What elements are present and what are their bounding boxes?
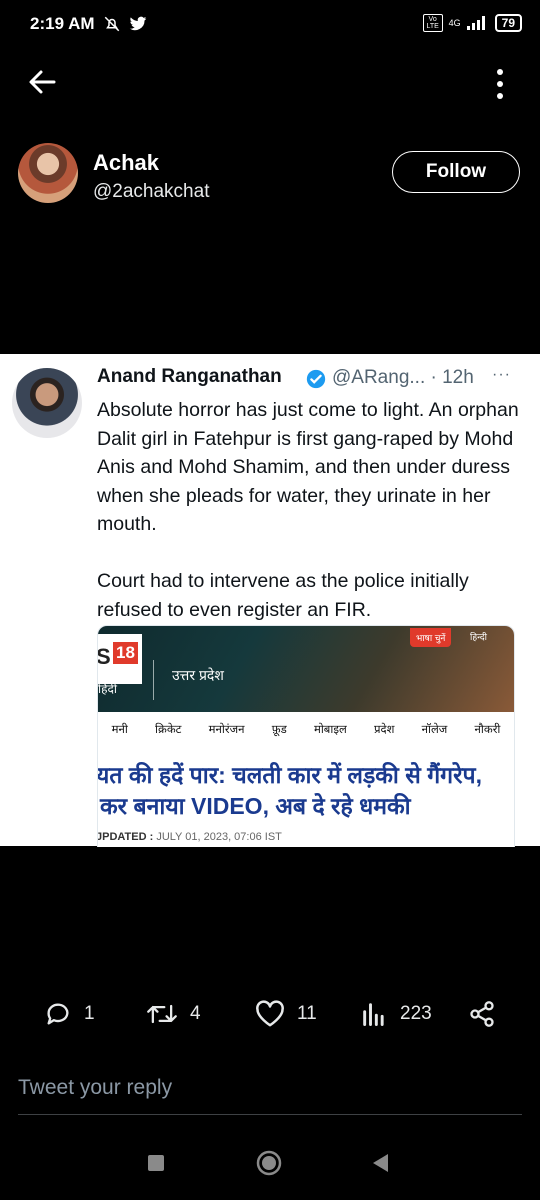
news-state: उत्तर प्रदेश [172,667,224,683]
reply-count: 1 [84,1003,95,1024]
quoted-tweet-text: Absolute horror has just come to light. … [97,399,519,621]
news-nav-item: क्रिकेट [155,724,182,736]
quoted-author-name: Anand Ranganathan [97,366,282,387]
quoted-handle: @ARang... · 12h [332,367,474,389]
tweet-screenshot-image[interactable]: Anand Ranganathan @ARang... · 12h ··· Ab… [0,354,540,847]
profile-handle[interactable]: @2achakchat [93,181,209,203]
news-nav-item: मनोरंजन [208,724,245,736]
news-updated-value: JULY 01, 2023, 07:06 IST [156,831,282,843]
verified-badge-icon [306,369,326,389]
quoted-avatar [12,368,82,438]
news-updated-label: JPDATED : [97,831,154,843]
quoted-time: · 12h [430,367,474,388]
share-action[interactable] [468,1000,496,1028]
volte-badge: Vo LTE [422,14,443,32]
news-lang-hindi: हिन्दी [470,632,488,642]
twitter-bird-icon [129,16,147,31]
retweet-icon [147,1004,177,1024]
heart-icon [256,1000,284,1027]
news-headline-line2: कर बनाया VIDEO, अब दे रहे धमकी [100,793,411,819]
signal-icon [466,16,485,30]
vertical-dots-icon[interactable] [490,68,510,100]
recents-nav-icon[interactable] [148,1155,164,1171]
news-logo-18: 18 [113,642,138,664]
news-nav-item: फ़ूड [271,724,287,736]
avatar[interactable] [18,143,78,203]
reply-icon [47,1003,69,1025]
news-nav-item: प्रदेश [373,724,395,736]
news-updated: JPDATED : JULY 01, 2023, 07:06 IST [97,831,282,843]
news-lang-pill: भाषा चुनें [410,628,452,647]
reply-input[interactable]: Tweet your reply [18,1076,172,1100]
news-nav: मनी क्रिकेट मनोरंजन फ़ूड मोबाइल प्रदेश न… [98,722,514,737]
reply-underline [18,1114,522,1115]
news-nav-item: मोबाइल [313,724,347,736]
views-chart-icon [363,1003,384,1026]
quoted-more-icon: ··· [492,366,511,383]
views-count: 223 [400,1003,432,1024]
news-nav-item: मनी [111,724,128,736]
mute-icon [104,16,120,32]
news-card-image: S 18 हिंदी उत्तर प्रदेश भाषा चुनें हिन्द… [97,625,515,847]
retweet-count: 4 [190,1003,201,1024]
like-count: 11 [297,1003,317,1024]
reply-action[interactable]: 1 [44,1000,95,1028]
news-logo-hindi: हिंदी [98,682,117,696]
battery-icon: 79 [494,14,522,32]
news-headline: यत की हदें पार: चलती कार में लड़की से गै… [97,760,514,822]
network-type: 4G [448,18,461,28]
quoted-handle-text: @ARang... [332,367,426,388]
like-action[interactable]: 11 [255,1000,317,1028]
follow-button[interactable]: Follow [392,151,520,193]
news-nav-item: नॉलेज [421,724,448,736]
status-left-icons [103,15,147,33]
views-action[interactable]: 223 [360,1000,432,1028]
tweet-actions: 1 4 11 223 [0,1000,540,1036]
status-time: 2:19 AM [30,14,95,33]
profile-name[interactable]: Achak [93,150,159,176]
news-nav-item: नौकरी [474,724,501,736]
news-banner [98,626,514,712]
home-nav-icon[interactable] [256,1150,282,1176]
retweet-action[interactable]: 4 [146,1000,201,1028]
arrow-left-icon[interactable] [26,66,58,98]
share-icon [470,1001,494,1027]
back-nav-icon[interactable] [370,1152,390,1174]
news-headline-line1: यत की हदें पार: चलती कार में लड़की से गै… [97,762,482,788]
news-logo-s: S [97,644,111,669]
news-divider [153,660,154,700]
status-right: Vo LTE 4G 79 [422,14,522,32]
